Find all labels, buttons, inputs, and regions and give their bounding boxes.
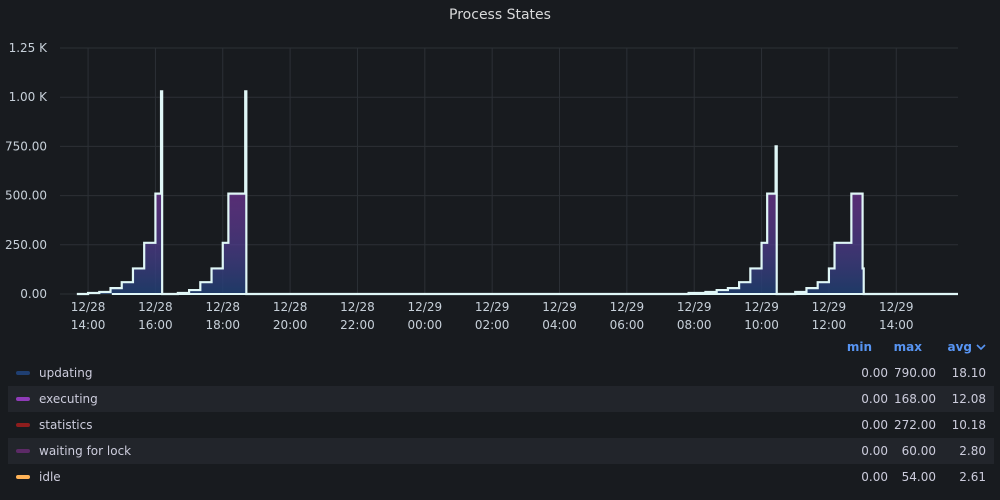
legend-row[interactable]: statistics 0.00 272.00 10.18: [8, 412, 994, 438]
x-tick-date: 12/28: [71, 300, 106, 314]
legend-max-value: 54.00: [901, 470, 936, 484]
legend-series-label[interactable]: executing: [39, 392, 98, 406]
x-tick-time: 08:00: [677, 318, 712, 332]
x-tick-date: 12/29: [475, 300, 510, 314]
legend-max-value: 272.00: [894, 418, 936, 432]
legend-swatch[interactable]: [16, 397, 30, 401]
x-tick-date: 12/28: [205, 300, 240, 314]
legend-max-value: 790.00: [894, 366, 936, 380]
legend-row[interactable]: executing 0.00 168.00 12.08: [8, 386, 994, 412]
series-stack-area: [76, 91, 958, 295]
x-tick-time: 10:00: [744, 318, 779, 332]
x-tick-time: 22:00: [340, 318, 375, 332]
x-tick-date: 12/29: [408, 300, 443, 314]
chart-panel: Process States 0.00 250.00 500.00 750.00 1.0…: [0, 0, 1000, 500]
legend-min-value: 0.00: [861, 366, 888, 380]
chart-plot-area[interactable]: 0.00 250.00 500.00 750.00 1.00 K 1.25 K 12/28 1…: [0, 0, 1000, 340]
legend-series-label[interactable]: updating: [39, 366, 92, 380]
legend-avg-value: 18.10: [951, 366, 986, 380]
x-tick-time: 06:00: [610, 318, 645, 332]
y-tick-label: 1.00 K: [9, 90, 49, 104]
legend-swatch[interactable]: [16, 423, 30, 427]
legend-max-value: 168.00: [894, 392, 936, 406]
legend-avg-value: 2.61: [959, 470, 986, 484]
legend-header: min max avg: [0, 338, 1000, 360]
x-tick-date: 12/29: [677, 300, 712, 314]
x-tick-time: 20:00: [273, 318, 308, 332]
y-tick-label: 1.25 K: [9, 41, 49, 55]
chevron-down-icon[interactable]: [976, 338, 986, 357]
x-tick-date: 12/29: [610, 300, 645, 314]
x-tick-date: 12/28: [138, 300, 173, 314]
x-tick-time: 18:00: [205, 318, 240, 332]
x-tick-time: 00:00: [408, 318, 443, 332]
legend-min-value: 0.00: [861, 470, 888, 484]
x-tick-time: 12:00: [812, 318, 847, 332]
legend-header-max[interactable]: max: [894, 340, 922, 354]
x-tick-time: 14:00: [879, 318, 914, 332]
legend-min-value: 0.00: [861, 392, 888, 406]
legend-min-value: 0.00: [861, 418, 888, 432]
legend-avg-value: 12.08: [951, 392, 986, 406]
legend-avg-value: 10.18: [951, 418, 986, 432]
x-tick-date: 12/29: [812, 300, 847, 314]
legend-header-min[interactable]: min: [847, 340, 872, 354]
legend-min-value: 0.00: [861, 444, 888, 458]
x-tick-time: 02:00: [475, 318, 510, 332]
legend-swatch[interactable]: [16, 475, 30, 479]
x-tick-date: 12/28: [273, 300, 308, 314]
y-tick-label: 250.00: [5, 238, 47, 252]
legend-table: min max avg updating 0.00 790.00 18.10 execu…: [0, 338, 1000, 490]
x-tick-date: 12/29: [744, 300, 779, 314]
legend-swatch[interactable]: [16, 371, 30, 375]
legend-row[interactable]: updating 0.00 790.00 18.10: [8, 360, 994, 386]
y-tick-label: 0.00: [20, 287, 47, 301]
series-total-line: [76, 90, 958, 296]
x-tick-date: 12/29: [542, 300, 577, 314]
legend-header-avg[interactable]: avg: [947, 340, 972, 354]
x-tick-time: 14:00: [71, 318, 106, 332]
legend-series-label[interactable]: statistics: [39, 418, 93, 432]
x-tick-time: 04:00: [542, 318, 577, 332]
x-tick-time: 16:00: [138, 318, 173, 332]
legend-swatch[interactable]: [16, 449, 30, 453]
x-tick-date: 12/29: [879, 300, 914, 314]
legend-row[interactable]: waiting for lock 0.00 60.00 2.80: [8, 438, 994, 464]
y-tick-label: 500.00: [5, 189, 47, 203]
y-tick-label: 750.00: [5, 139, 47, 153]
legend-avg-value: 2.80: [959, 444, 986, 458]
x-tick-date: 12/28: [340, 300, 375, 314]
legend-series-label[interactable]: idle: [39, 470, 61, 484]
legend-series-label[interactable]: waiting for lock: [39, 444, 131, 458]
legend-max-value: 60.00: [901, 444, 936, 458]
legend-row[interactable]: idle 0.00 54.00 2.61: [8, 464, 994, 490]
